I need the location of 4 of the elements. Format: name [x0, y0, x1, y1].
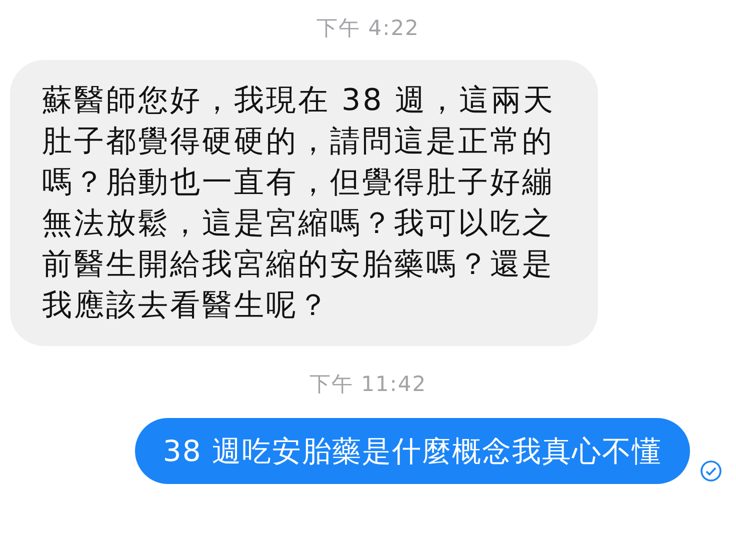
message-timestamp: 下午 11:42: [309, 371, 427, 398]
outgoing-message: 38 週吃安胎藥是什麼概念我真心不懂: [134, 418, 690, 484]
message-timestamp: 下午 4:22: [316, 15, 420, 42]
incoming-message: 蘇醫師您好，我現在 38 週，這兩天肚子都覺得硬硬的，請問這是正常的嗎？胎動也一直有，但覺得肚子好繃無法放鬆，這是宮縮嗎？我可以吃之前醫生開給我宮縮的安胎藥嗎？還是我應該去看醫生呢？: [10, 60, 598, 346]
